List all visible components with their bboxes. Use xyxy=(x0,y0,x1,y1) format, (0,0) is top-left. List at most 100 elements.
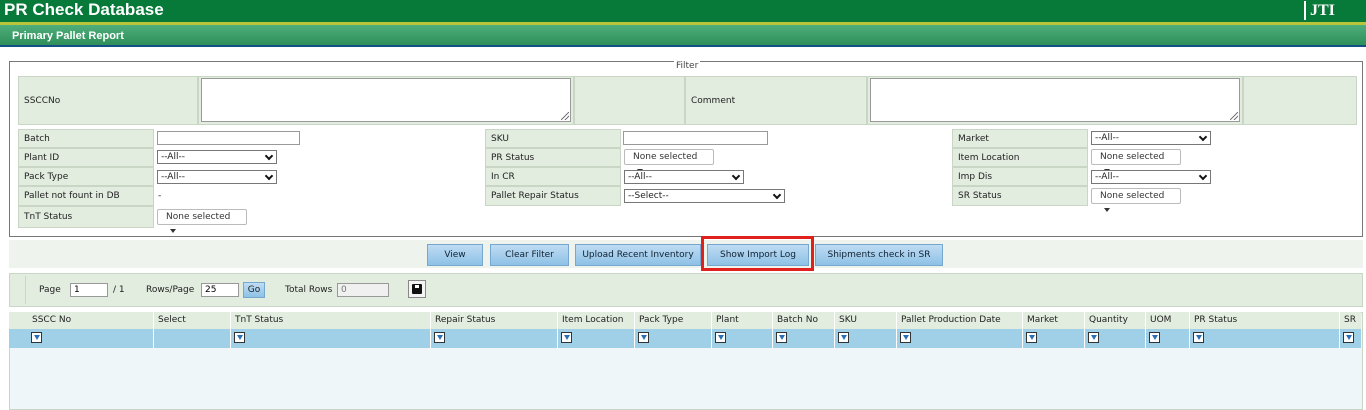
filter-icon[interactable] xyxy=(1193,332,1204,343)
pack-type-label: Pack Type xyxy=(18,167,154,186)
filter-icon[interactable] xyxy=(31,332,42,343)
column-header[interactable]: Quantity xyxy=(1085,312,1146,329)
column-header[interactable]: Item Location xyxy=(558,312,635,329)
filter-icon[interactable] xyxy=(715,332,726,343)
tnt-status-multiselect[interactable]: None selected xyxy=(157,209,247,233)
market-select-value: --All-- xyxy=(1095,133,1119,143)
sku-label: SKU xyxy=(485,129,621,148)
column-header[interactable]: SR xyxy=(1340,312,1362,329)
total-rows-input xyxy=(337,283,389,297)
plant-id-select[interactable]: --All-- xyxy=(157,150,277,164)
filter-icon[interactable] xyxy=(1149,332,1160,343)
market-select[interactable]: --All-- xyxy=(1091,131,1211,145)
column-header[interactable]: UOM xyxy=(1146,312,1190,329)
sku-input[interactable] xyxy=(623,131,768,145)
jti-logo: JTI xyxy=(1304,1,1335,20)
total-rows-label: Total Rows xyxy=(285,285,333,295)
in-cr-select-value: --All-- xyxy=(628,172,652,182)
filter-icon[interactable] xyxy=(234,332,245,343)
sr-status-label: SR Status xyxy=(952,186,1088,206)
column-header[interactable]: SSCC No xyxy=(28,312,154,329)
chevron-down-icon xyxy=(731,171,741,181)
comment-label: Comment xyxy=(685,76,867,125)
filter-icon[interactable] xyxy=(776,332,787,343)
filter-icon[interactable] xyxy=(638,332,649,343)
column-header[interactable]: Pack Type xyxy=(635,312,712,329)
column-header[interactable]: TnT Status xyxy=(231,312,431,329)
filter-icon[interactable] xyxy=(1026,332,1037,343)
page-input[interactable] xyxy=(70,283,108,297)
column-header[interactable]: Market xyxy=(1023,312,1085,329)
column-header[interactable]: SKU xyxy=(835,312,897,329)
page-title: Primary Pallet Report xyxy=(12,30,124,42)
item-location-multiselect[interactable]: None selected xyxy=(1091,149,1181,173)
pr-status-label: PR Status xyxy=(485,148,621,167)
app-title: PR Check Database xyxy=(4,0,164,19)
imp-dis-label: Imp Dis xyxy=(952,167,1088,186)
filter-icon[interactable] xyxy=(434,332,445,343)
imp-dis-select-value: --All-- xyxy=(1095,172,1119,182)
go-button[interactable]: Go xyxy=(243,282,265,298)
plant-id-select-value: --All-- xyxy=(161,152,185,162)
imp-dis-select[interactable]: --All-- xyxy=(1091,170,1211,184)
filter-legend: Filter xyxy=(674,61,701,71)
rows-per-page-label: Rows/Page xyxy=(146,285,195,295)
resize-grip-icon[interactable] xyxy=(1230,112,1238,120)
in-cr-select[interactable]: --All-- xyxy=(624,170,744,184)
column-header[interactable]: Repair Status xyxy=(431,312,558,329)
chevron-down-icon xyxy=(1198,132,1208,142)
tnt-status-multiselect-value: None selected xyxy=(166,212,231,222)
caret-down-icon xyxy=(170,228,176,233)
shipments-check-button[interactable]: Shipments check in SR xyxy=(815,244,943,266)
repair-status-label: Pallet Repair Status xyxy=(485,186,621,206)
rows-per-page-input[interactable] xyxy=(201,283,239,297)
comment-input[interactable] xyxy=(870,78,1240,122)
pack-type-select-value: --All-- xyxy=(161,172,185,182)
in-cr-label: In CR xyxy=(485,167,621,186)
pr-status-multiselect-value: None selected xyxy=(633,152,698,162)
filter-icon[interactable] xyxy=(561,332,572,343)
batch-label: Batch xyxy=(18,129,154,148)
pr-status-multiselect[interactable]: None selected xyxy=(624,149,714,173)
pallet-not-found-label: Pallet not fount in DB xyxy=(18,186,154,206)
resize-grip-icon[interactable] xyxy=(561,112,569,120)
plant-id-label: Plant ID xyxy=(18,148,154,167)
chevron-down-icon xyxy=(772,190,782,200)
column-header[interactable]: Batch No xyxy=(773,312,835,329)
chevron-down-icon xyxy=(264,171,274,181)
chevron-down-icon xyxy=(1198,171,1208,181)
column-header[interactable]: Pallet Production Date xyxy=(897,312,1023,329)
filter-icon[interactable] xyxy=(1088,332,1099,343)
page-label: Page xyxy=(39,285,61,295)
item-location-label: Item Location xyxy=(952,148,1088,167)
pager-handle xyxy=(10,276,26,304)
column-header[interactable]: PR Status xyxy=(1190,312,1340,329)
upload-inventory-button[interactable]: Upload Recent Inventory xyxy=(575,244,701,266)
page-total: / 1 xyxy=(113,285,125,295)
column-header[interactable]: Select xyxy=(154,312,231,329)
sscc-label: SSCCNo xyxy=(18,76,198,125)
filter-icon[interactable] xyxy=(1343,332,1354,343)
column-header[interactable]: Plant xyxy=(712,312,773,329)
caret-down-icon xyxy=(1104,207,1110,212)
chevron-down-icon xyxy=(264,151,274,161)
repair-status-select-value: --Select-- xyxy=(628,191,669,201)
market-label: Market xyxy=(952,129,1088,148)
save-icon[interactable] xyxy=(408,280,426,298)
filter-icon[interactable] xyxy=(900,332,911,343)
clear-filter-button[interactable]: Clear Filter xyxy=(490,244,569,266)
repair-status-select[interactable]: --Select-- xyxy=(624,189,785,203)
sscc-input[interactable] xyxy=(201,78,571,122)
view-button[interactable]: View xyxy=(427,244,483,266)
app-header: PR Check Database JTI xyxy=(0,0,1366,22)
sr-status-multiselect-value: None selected xyxy=(1100,191,1165,201)
tnt-status-label: TnT Status xyxy=(18,206,154,228)
pallet-not-found-value: - xyxy=(158,191,162,201)
pack-type-select[interactable]: --All-- xyxy=(157,170,277,184)
page-header: Primary Pallet Report xyxy=(0,25,1366,47)
filter-icon[interactable] xyxy=(838,332,849,343)
batch-input[interactable] xyxy=(157,131,300,145)
sr-status-multiselect[interactable]: None selected xyxy=(1091,188,1181,212)
highlight-box xyxy=(701,236,814,271)
item-location-multiselect-value: None selected xyxy=(1100,152,1165,162)
